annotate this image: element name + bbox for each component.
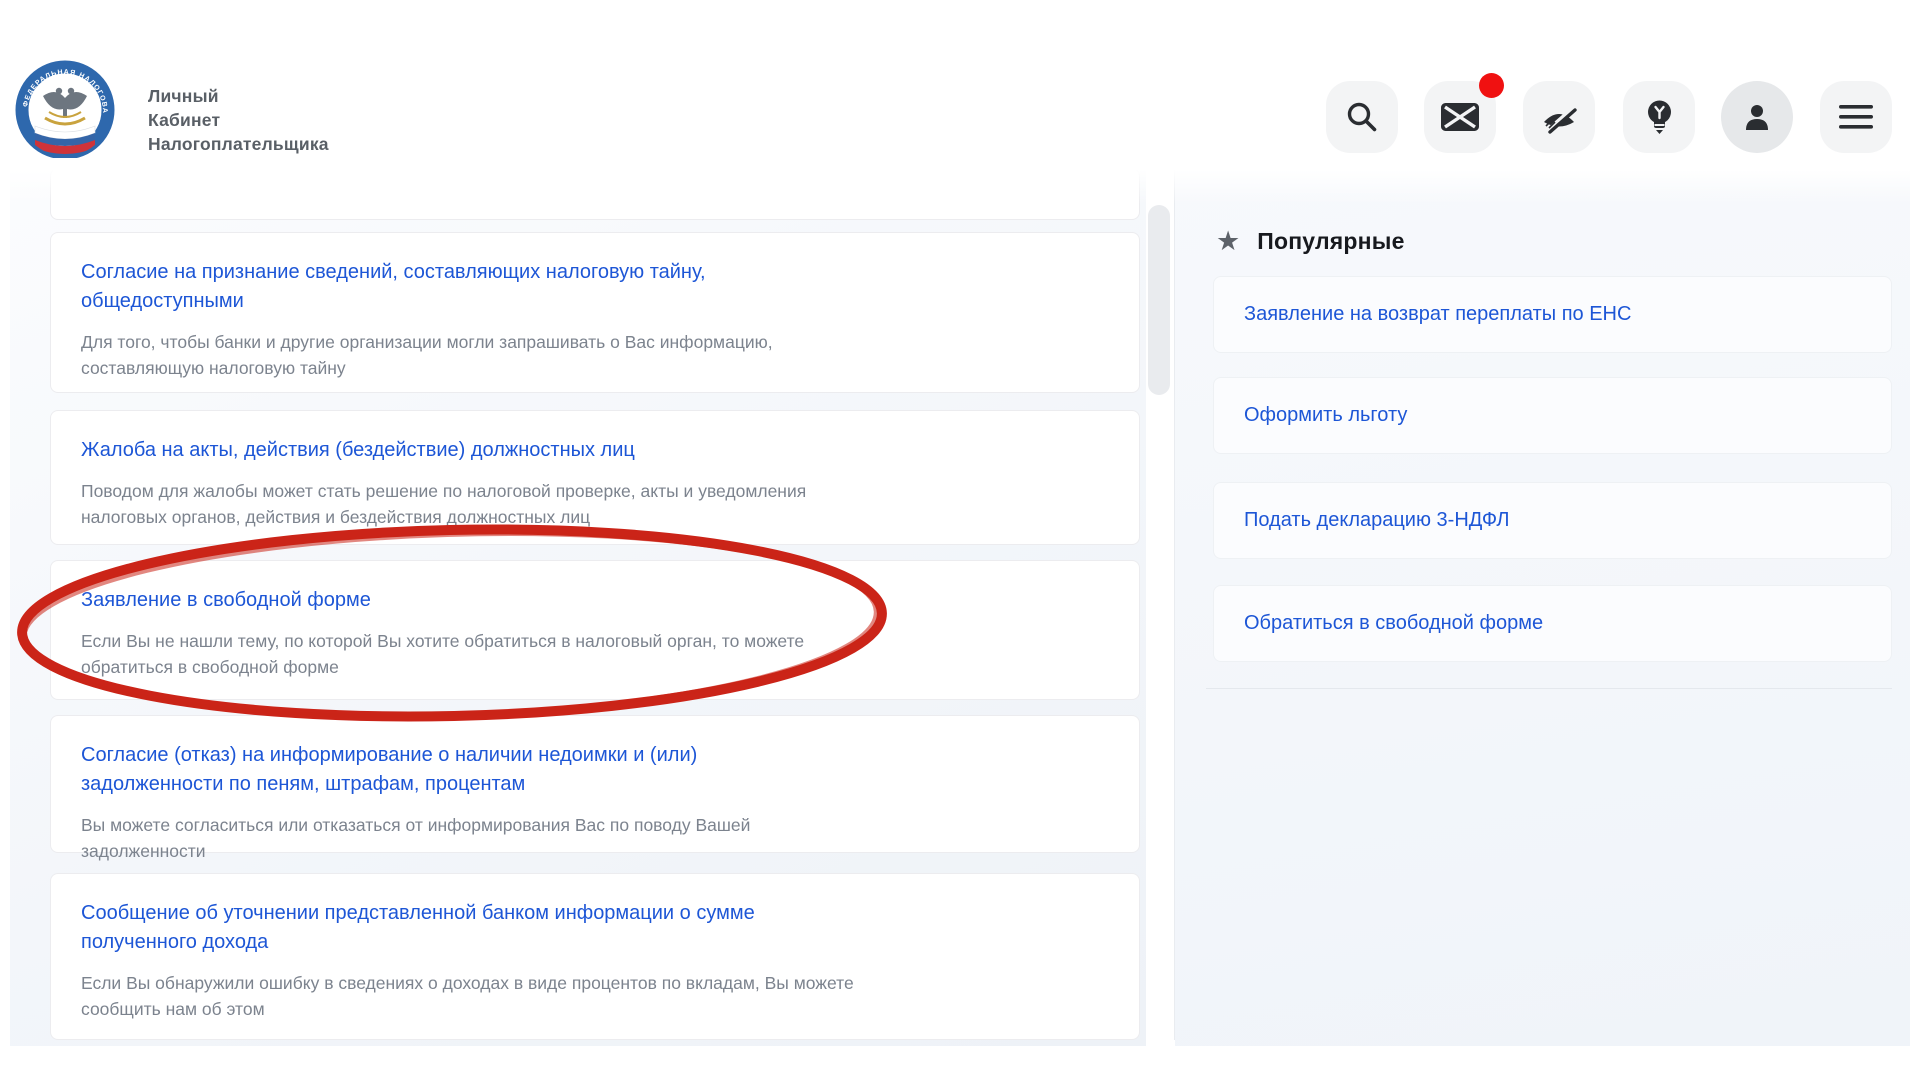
eye-off-icon [1540, 99, 1578, 135]
brand-title: Личный Кабинет Налогоплательщика [148, 84, 329, 156]
brand-line: Налогоплательщика [148, 132, 329, 156]
tips-button[interactable] [1623, 81, 1695, 153]
popular-link[interactable]: Заявление на возврат переплаты по ЕНС [1244, 303, 1631, 326]
popular-header: ★ Популярные [1216, 226, 1405, 256]
topic-card[interactable]: Согласие на признание сведений, составля… [50, 232, 1140, 393]
popular-item[interactable]: Обратиться в свободной форме [1213, 585, 1892, 662]
header-fade [0, 158, 1920, 204]
header: ФЕДЕРАЛЬНАЯ НАЛОГОВАЯ СЛУЖБА Личн [0, 0, 1920, 160]
search-icon [1345, 100, 1379, 134]
popular-link[interactable]: Обратиться в свободной форме [1244, 612, 1543, 635]
search-button[interactable] [1326, 81, 1398, 153]
topic-description: Вы можете согласиться или отказаться от … [81, 812, 856, 864]
notification-badge [1479, 73, 1504, 98]
topic-link[interactable]: Заявление в свободной форме [81, 586, 821, 615]
popular-item[interactable]: Подать декларацию 3-НДФЛ [1213, 482, 1892, 559]
person-icon [1744, 103, 1770, 132]
topic-description: Для того, чтобы банки и другие организац… [81, 329, 856, 381]
topic-card[interactable]: Сообщение об уточнении представленной ба… [50, 873, 1140, 1040]
star-icon: ★ [1216, 226, 1240, 256]
panel-divider [1174, 170, 1175, 1040]
brand-line: Личный [148, 84, 329, 108]
hide-amounts-button[interactable] [1523, 81, 1595, 153]
popular-item[interactable]: Заявление на возврат переплаты по ЕНС [1213, 276, 1892, 353]
profile-button[interactable] [1721, 81, 1793, 153]
brand-line: Кабинет [148, 108, 329, 132]
popular-link[interactable]: Оформить льготу [1244, 404, 1407, 427]
scrollbar-thumb[interactable] [1148, 205, 1170, 395]
topic-link[interactable]: Сообщение об уточнении представленной ба… [81, 899, 821, 957]
topic-description: Если Вы обнаружили ошибку в сведениях о … [81, 970, 856, 1022]
popular-section-divider [1206, 688, 1892, 689]
popular-link[interactable]: Подать декларацию 3-НДФЛ [1244, 509, 1510, 532]
fns-logo[interactable]: ФЕДЕРАЛЬНАЯ НАЛОГОВАЯ СЛУЖБА [15, 60, 115, 164]
lightbulb-icon [1646, 100, 1673, 135]
popular-title: Популярные [1257, 228, 1404, 255]
topic-description: Если Вы не нашли тему, по которой Вы хот… [81, 628, 856, 680]
topic-card-free-form[interactable]: Заявление в свободной форме Если Вы не н… [50, 560, 1140, 700]
hamburger-menu-icon [1839, 105, 1873, 129]
topic-link[interactable]: Согласие на признание сведений, составля… [81, 258, 821, 316]
mail-icon [1441, 103, 1479, 131]
topic-description: Поводом для жалобы может стать решение п… [81, 478, 856, 530]
topic-link[interactable]: Согласие (отказ) на информирование о нал… [81, 741, 821, 799]
topic-link[interactable]: Жалоба на акты, действия (бездействие) д… [81, 436, 821, 465]
taxpayer-cabinet-page: Согласие на признание сведений, составля… [0, 0, 1920, 1080]
topic-card[interactable]: Жалоба на акты, действия (бездействие) д… [50, 410, 1140, 545]
popular-item[interactable]: Оформить льготу [1213, 377, 1892, 454]
topic-card[interactable]: Согласие (отказ) на информирование о нал… [50, 715, 1140, 853]
main-menu-button[interactable] [1820, 81, 1892, 153]
